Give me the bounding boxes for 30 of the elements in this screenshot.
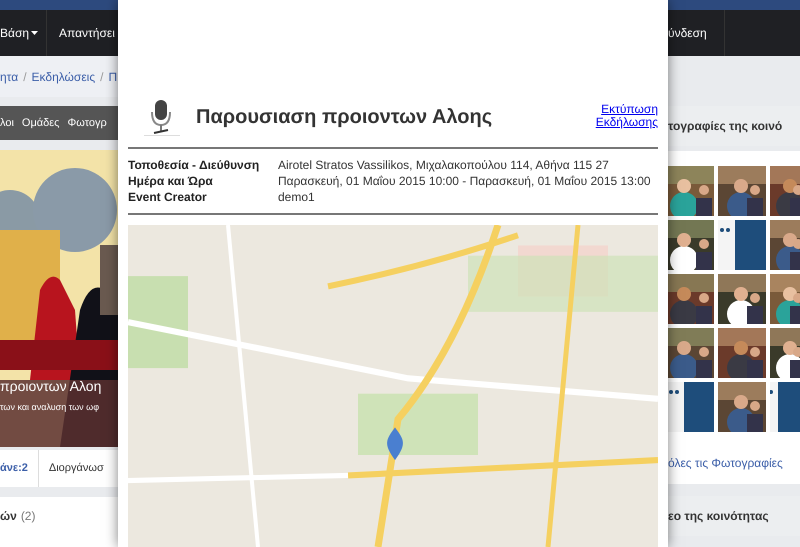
microphone-icon: [142, 97, 182, 137]
detail-label: Event Creator: [128, 189, 208, 205]
print-link[interactable]: Εκτύπωση Εκδήλωσης: [596, 103, 658, 129]
detail-label: Τοποθεσία - Διεύθυνση: [128, 157, 260, 173]
breadcrumb-separator: /: [100, 68, 104, 86]
hero-title: προιοντων Αλοη: [0, 377, 102, 396]
detail-value: demo1: [278, 189, 316, 205]
nav-tab[interactable]: λοι: [0, 114, 14, 132]
event-title: Παρουσιαση προιοντων Αλοης: [196, 105, 492, 130]
detail-label: Ημέρα και Ώρα: [128, 173, 214, 189]
nav-tab[interactable]: Ομάδες: [22, 114, 60, 132]
nav-link[interactable]: ύνδεση: [668, 24, 707, 42]
nav-tab[interactable]: Φωτογρ: [68, 114, 107, 132]
breadcrumb-link[interactable]: Εκδηλώσεις: [32, 68, 96, 86]
breadcrumb-separator: /: [23, 68, 27, 86]
photos-title: τογραφίες της κοινό: [668, 118, 782, 135]
section-title: ών: [0, 508, 17, 525]
stats-tab[interactable]: Διοργάνωσ: [38, 450, 104, 487]
section-count: (2): [20, 508, 36, 525]
breadcrumb-link[interactable]: Π: [108, 68, 118, 86]
breadcrumb-link[interactable]: ητα: [0, 68, 18, 86]
video-title: εο της κοινότητας: [668, 508, 769, 525]
attendee-count[interactable]: άνε:2: [0, 450, 39, 487]
nav-link[interactable]: Απαντήσει: [59, 24, 115, 42]
hero-subtitle: των και αναλυση των ωφ: [0, 401, 100, 414]
caret-icon: [31, 31, 38, 35]
all-photos-link[interactable]: όλες τις Φωτογραφίες: [668, 454, 800, 472]
detail-value: Παρασκευή, 01 Μαΐου 2015 10:00 - Παρασκευή, 01 Μαΐου 2015 13:00: [278, 173, 652, 189]
nav-link[interactable]: Βάση: [0, 24, 38, 42]
detail-value: Airotel Stratos Vassilikos, Μιχαλακοπούλου 114, Αθήνα 115 27: [278, 157, 610, 173]
